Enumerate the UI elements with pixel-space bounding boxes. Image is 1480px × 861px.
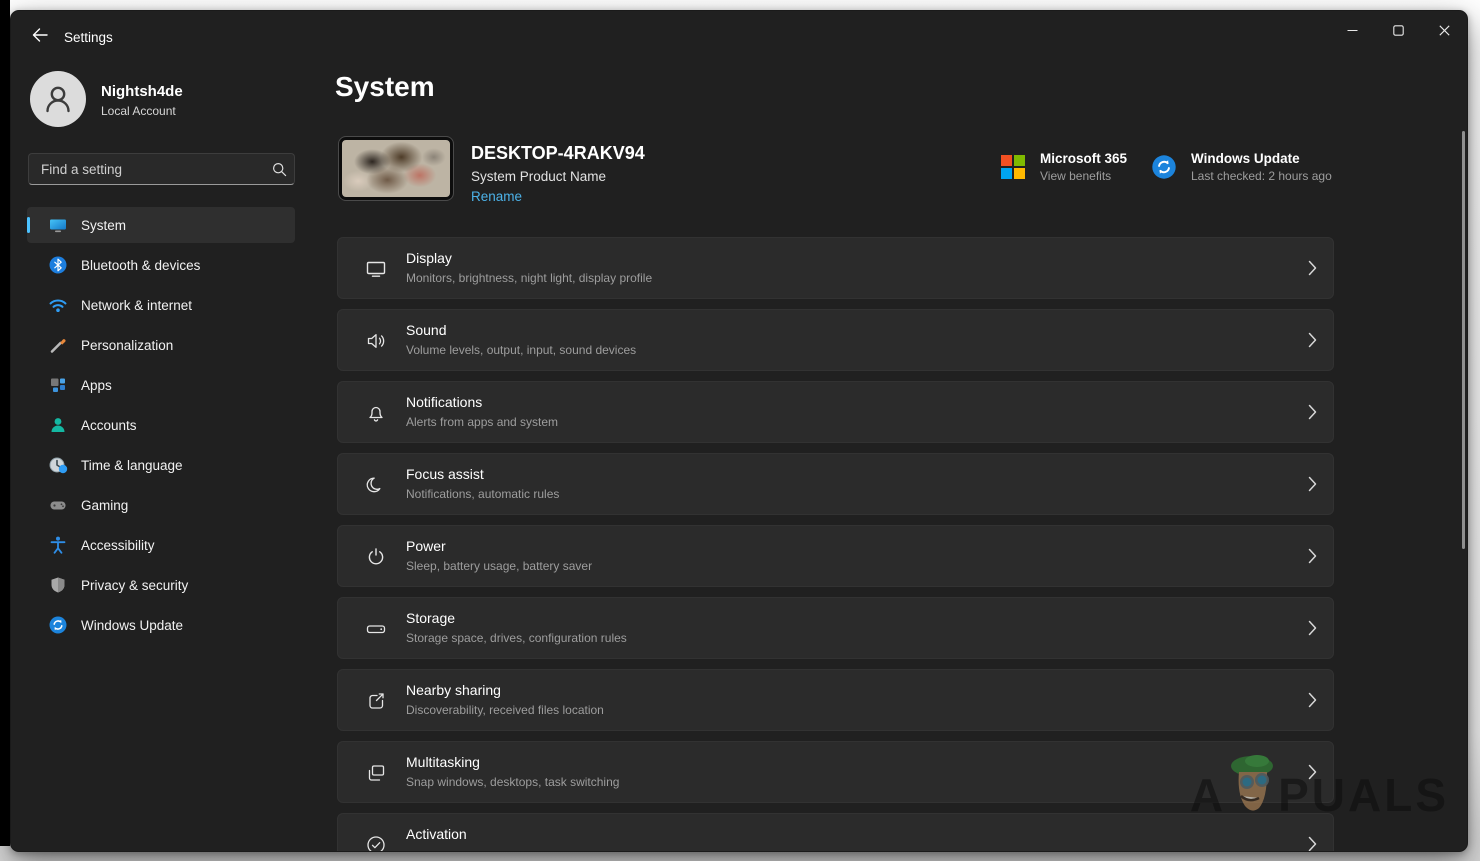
back-button[interactable] xyxy=(25,23,55,51)
selected-indicator xyxy=(27,217,30,233)
gamepad-icon xyxy=(48,495,68,515)
device-product-name: System Product Name xyxy=(471,169,606,184)
row-focus-assist[interactable]: Focus assist Notifications, automatic ru… xyxy=(337,453,1334,515)
bluetooth-icon xyxy=(48,255,68,275)
wifi-icon xyxy=(48,295,68,315)
row-nearby-sharing[interactable]: Nearby sharing Discoverability, received… xyxy=(337,669,1334,731)
device-wallpaper-thumbnail xyxy=(339,137,453,200)
chevron-right-icon xyxy=(1308,692,1317,713)
background-edge xyxy=(0,0,10,846)
windows-update-block[interactable]: Windows Update Last checked: 2 hours ago xyxy=(1151,151,1332,183)
sidebar-item-windows-update[interactable]: Windows Update xyxy=(27,607,295,643)
sidebar-item-gaming[interactable]: Gaming xyxy=(27,487,295,523)
chevron-right-icon xyxy=(1308,476,1317,497)
sidebar-item-bluetooth-devices[interactable]: Bluetooth & devices xyxy=(27,247,295,283)
chevron-right-icon xyxy=(1308,332,1317,353)
microsoft-365-block[interactable]: Microsoft 365 View benefits xyxy=(1000,151,1127,183)
share-icon xyxy=(364,689,388,713)
display-icon xyxy=(364,257,388,281)
row-notifications[interactable]: Notifications Alerts from apps and syste… xyxy=(337,381,1334,443)
window-controls xyxy=(1329,11,1467,49)
brush-icon xyxy=(48,335,68,355)
clock-icon xyxy=(48,455,68,475)
back-arrow-icon xyxy=(32,28,48,47)
check-circle-icon xyxy=(364,833,388,852)
account-type: Local Account xyxy=(101,104,176,118)
row-multitasking[interactable]: Multitasking Snap windows, desktops, tas… xyxy=(337,741,1334,803)
minimize-button[interactable] xyxy=(1329,11,1375,49)
chevron-right-icon xyxy=(1308,764,1317,785)
row-display[interactable]: Display Monitors, brightness, night ligh… xyxy=(337,237,1334,299)
search-input[interactable] xyxy=(29,162,264,177)
sidebar-item-network-internet[interactable]: Network & internet xyxy=(27,287,295,323)
row-power[interactable]: Power Sleep, battery usage, battery save… xyxy=(337,525,1334,587)
vertical-scrollbar[interactable] xyxy=(1462,131,1465,549)
rename-link[interactable]: Rename xyxy=(471,189,522,204)
accessibility-icon xyxy=(48,535,68,555)
microsoft-logo-icon xyxy=(1000,154,1026,180)
windows-update-icon xyxy=(1151,154,1177,180)
search-icon[interactable] xyxy=(264,162,294,177)
sidebar-item-system[interactable]: System xyxy=(27,207,295,243)
chevron-right-icon xyxy=(1308,620,1317,641)
sidebar-item-privacy-security[interactable]: Privacy & security xyxy=(27,567,295,603)
page-title: System xyxy=(335,71,435,103)
sidebar-item-accessibility[interactable]: Accessibility xyxy=(27,527,295,563)
sidebar-item-accounts[interactable]: Accounts xyxy=(27,407,295,443)
row-sound[interactable]: Sound Volume levels, output, input, soun… xyxy=(337,309,1334,371)
microsoft-365-title: Microsoft 365 xyxy=(1040,151,1127,166)
chevron-right-icon xyxy=(1308,836,1317,852)
close-button[interactable] xyxy=(1421,11,1467,49)
window-title: Settings xyxy=(64,30,113,45)
chevron-right-icon xyxy=(1308,260,1317,281)
monitor-icon xyxy=(48,215,68,235)
windows-update-title: Windows Update xyxy=(1191,151,1332,166)
search-box xyxy=(28,153,295,185)
maximize-button[interactable] xyxy=(1375,11,1421,49)
shield-icon xyxy=(48,575,68,595)
settings-window: Settings Nightsh4de Local Account System xyxy=(10,10,1468,852)
person-outline-icon xyxy=(38,79,78,119)
power-icon xyxy=(364,545,388,569)
speaker-icon xyxy=(364,329,388,353)
windows-stack-icon xyxy=(364,761,388,785)
bell-icon xyxy=(364,401,388,425)
sidebar-item-time-language[interactable]: Time & language xyxy=(27,447,295,483)
moon-icon xyxy=(364,473,388,497)
person-icon xyxy=(48,415,68,435)
account-name: Nightsh4de xyxy=(101,83,183,100)
drive-icon xyxy=(364,617,388,641)
windows-update-subtitle: Last checked: 2 hours ago xyxy=(1191,169,1332,183)
avatar[interactable] xyxy=(30,71,86,127)
sync-icon xyxy=(48,615,68,635)
microsoft-365-subtitle[interactable]: View benefits xyxy=(1040,169,1127,183)
apps-grid-icon xyxy=(48,375,68,395)
chevron-right-icon xyxy=(1308,404,1317,425)
sidebar-item-apps[interactable]: Apps xyxy=(27,367,295,403)
row-activation[interactable]: Activation xyxy=(337,813,1334,852)
device-name: DESKTOP-4RAKV94 xyxy=(471,143,645,164)
chevron-right-icon xyxy=(1308,548,1317,569)
row-storage[interactable]: Storage Storage space, drives, configura… xyxy=(337,597,1334,659)
sidebar-item-personalization[interactable]: Personalization xyxy=(27,327,295,363)
